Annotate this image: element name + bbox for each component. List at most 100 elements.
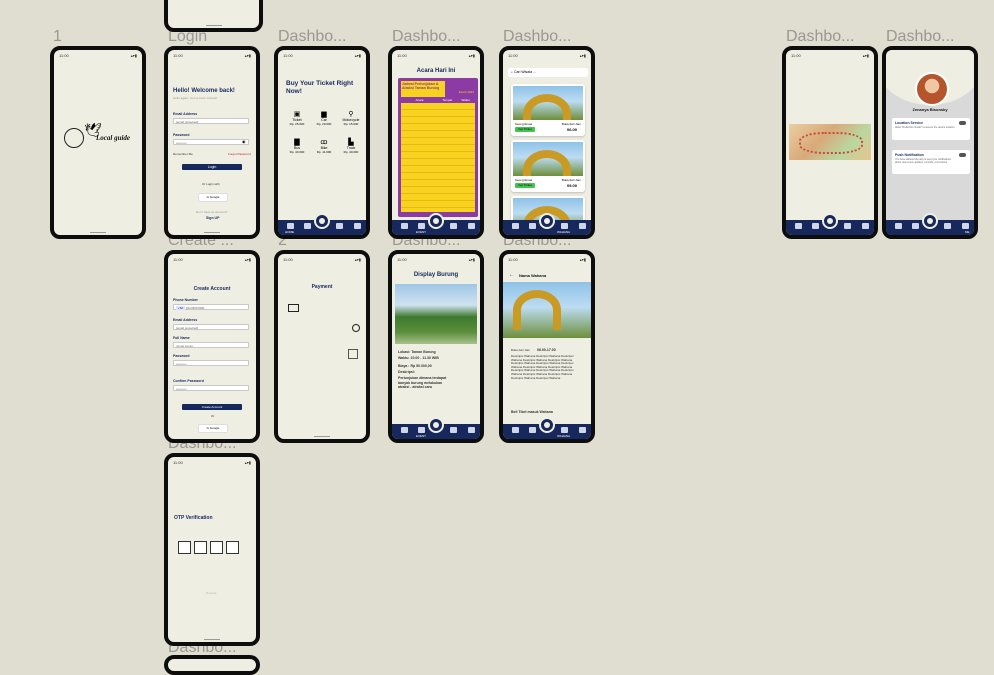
- status-time: 11:00: [508, 257, 518, 262]
- confirm-input[interactable]: ••••••••••: [173, 385, 249, 391]
- event-icon[interactable]: [529, 427, 536, 433]
- google-button[interactable]: G Google: [198, 424, 228, 433]
- splash-screen: 11:00 ▴▾▮ 🕊 Local guide: [50, 46, 146, 239]
- ticket-item-bike[interactable]: ꝏ Bike Rp. 11.000: [311, 138, 337, 154]
- password-input[interactable]: ••••••••••: [173, 139, 249, 145]
- item-price: Rp. 15.000: [343, 122, 359, 126]
- push-desc: You have allowed the app to send you not…: [895, 158, 952, 164]
- home-icon[interactable]: [401, 223, 408, 229]
- google-icon: G: [206, 195, 209, 199]
- search-input[interactable]: ⌕ Cari Wisata ...: [508, 68, 588, 77]
- map-fab-button[interactable]: [822, 213, 838, 229]
- email-input[interactable]: [email protected]: [173, 118, 249, 124]
- home-icon[interactable]: [287, 223, 294, 229]
- profile-icon[interactable]: [354, 223, 361, 229]
- get-ticket-badge[interactable]: Get Ticket: [515, 127, 535, 132]
- park-map-image[interactable]: [789, 124, 871, 160]
- otp-box-3[interactable]: [210, 541, 223, 554]
- ticket-item-truck[interactable]: ▙ Truck Rp. 40.000: [338, 138, 364, 154]
- display-title: Display Burung: [413, 272, 459, 278]
- home-icon[interactable]: [512, 223, 519, 229]
- home-icon[interactable]: [895, 223, 902, 229]
- item-price: Rp. 25.000: [289, 122, 305, 126]
- ticket-item-car[interactable]: ▆ Car Rp. 20.000: [311, 110, 337, 126]
- profile-icon[interactable]: [579, 223, 586, 229]
- bike-icon: ꝏ: [320, 139, 328, 146]
- bird-display-photo[interactable]: [395, 284, 477, 344]
- phone-input[interactable]: +62 81234567890: [173, 304, 249, 310]
- resend-link[interactable]: Resend: [206, 591, 216, 595]
- map-fab-button[interactable]: [922, 213, 938, 229]
- profile-icon[interactable]: [962, 223, 969, 229]
- wahana-icon[interactable]: [561, 223, 568, 229]
- credit-card-icon[interactable]: [288, 304, 299, 312]
- map-path: [799, 132, 863, 154]
- otp-box-4[interactable]: [226, 541, 239, 554]
- event-poster[interactable]: Jadwal Pertunjukan & Atraksi Taman Burun…: [398, 78, 478, 217]
- wahana-icon[interactable]: [561, 427, 568, 433]
- map-fab-button[interactable]: [539, 417, 555, 433]
- login-button[interactable]: Login: [182, 164, 242, 170]
- signup-link[interactable]: Sign UP: [206, 216, 219, 220]
- lokasi-text: Lokasi: Taman Burung: [398, 350, 436, 354]
- map-fab-button[interactable]: [428, 213, 444, 229]
- event-icon[interactable]: [418, 223, 425, 229]
- profile-screen: 11:00▴▾▮ Zenanya Bisonsky Location Servi…: [882, 46, 978, 239]
- event-icon[interactable]: [418, 427, 425, 433]
- wahana-icon[interactable]: [450, 427, 457, 433]
- google-button[interactable]: G Google: [198, 193, 228, 202]
- wahana-icon[interactable]: [844, 223, 851, 229]
- profile-icon[interactable]: [579, 427, 586, 433]
- signal-icon: ▴▾▮: [130, 53, 137, 58]
- signal-icon: ▴▾▮: [579, 257, 586, 262]
- map-fab-button[interactable]: [428, 417, 444, 433]
- event-icon[interactable]: [912, 223, 919, 229]
- ticket-item-motorcycle[interactable]: ⚲ Motorcycle Rp. 15.000: [338, 110, 364, 126]
- signal-icon: ▴▾▮: [244, 53, 251, 58]
- profile-icon[interactable]: [862, 223, 869, 229]
- profile-icon[interactable]: [468, 427, 475, 433]
- eye-icon[interactable]: ◉: [242, 139, 246, 144]
- nav-label-event: EVENT: [416, 230, 427, 234]
- map-fab-button[interactable]: [314, 213, 330, 229]
- qr-icon[interactable]: [348, 349, 358, 359]
- wahana-card[interactable]: Keong Emas Buka dari Jam Get Ticket 06.0…: [511, 84, 585, 136]
- bottom-nav: WAHANA: [503, 417, 591, 439]
- ticket-item-ticket[interactable]: ▣ Ticket Rp. 25.000: [284, 110, 310, 126]
- home-icon[interactable]: [512, 427, 519, 433]
- password-input[interactable]: ••••••••••: [173, 360, 249, 366]
- otp-title: OTP Verification: [174, 515, 213, 521]
- status-time: 11:00: [59, 53, 69, 58]
- fullname-input[interactable]: Jonas Lucas: [173, 342, 249, 348]
- event-icon[interactable]: [304, 223, 311, 229]
- get-ticket-badge[interactable]: Get Ticket: [515, 183, 535, 188]
- event-icon[interactable]: [529, 223, 536, 229]
- deskripsi-text: Pertunjukan dimana terdapat banyak burun…: [398, 376, 447, 389]
- forgot-password-link[interactable]: Forgot Password: [228, 152, 251, 156]
- location-toggle[interactable]: [959, 121, 966, 125]
- back-arrow-icon[interactable]: ←: [509, 272, 514, 278]
- create-account-button[interactable]: Create Account: [182, 404, 242, 410]
- otp-box-2[interactable]: [194, 541, 207, 554]
- home-icon[interactable]: [795, 223, 802, 229]
- map-fab-button[interactable]: [539, 213, 555, 229]
- push-toggle[interactable]: [959, 153, 966, 157]
- ticket-item-bus[interactable]: ▇ Bus Rp. 40.000: [284, 138, 310, 154]
- home-icon[interactable]: [401, 427, 408, 433]
- otp-box-1[interactable]: [178, 541, 191, 554]
- event-title: Acara Hari Ini: [416, 68, 456, 74]
- remember-checkbox[interactable]: Remember Me: [173, 152, 193, 156]
- wahana-icon[interactable]: [944, 223, 951, 229]
- wahana-icon[interactable]: [336, 223, 343, 229]
- radio-icon[interactable]: [352, 324, 360, 332]
- event-icon[interactable]: [812, 223, 819, 229]
- status-time: 11:00: [397, 53, 407, 58]
- buy-ticket-link[interactable]: Beli Tiket masuk Wahana: [511, 410, 553, 414]
- wahana-card[interactable]: Keong Emas Buka dari Jam Get Ticket 09.0…: [511, 140, 585, 192]
- map-screen: 11:00 ▴▾▮: [782, 46, 878, 239]
- email-input[interactable]: [email protected]: [173, 324, 249, 330]
- profile-icon[interactable]: [468, 223, 475, 229]
- wahana-icon[interactable]: [450, 223, 457, 229]
- status-time: 11:00: [173, 257, 183, 262]
- payment-title: Payment: [311, 284, 333, 290]
